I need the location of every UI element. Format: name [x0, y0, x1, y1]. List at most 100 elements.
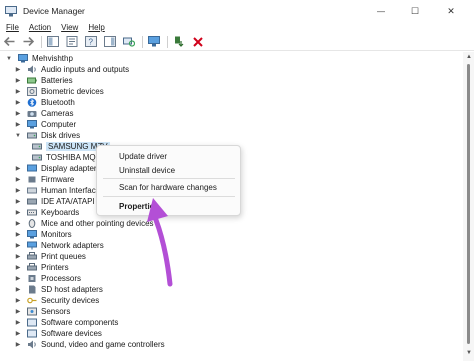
scan-hardware-menu-item[interactable]: Scan for hardware changes	[119, 183, 217, 192]
uninstall-device-menu-item[interactable]: Uninstall device	[119, 166, 175, 175]
tree-item-security[interactable]: ▶ Security devices	[14, 295, 100, 306]
properties-toolbar-icon[interactable]	[65, 35, 79, 48]
disk-drive-icon	[32, 154, 42, 161]
expand-chevron-icon[interactable]: ▶	[14, 275, 22, 282]
processor-icon	[28, 275, 36, 282]
tree-item-sd-host[interactable]: ▶ SD host adapters	[14, 284, 103, 295]
monitor-icon[interactable]	[147, 35, 161, 48]
sensor-icon	[27, 307, 37, 316]
toolbar-divider	[41, 35, 42, 48]
menu-view[interactable]: View	[61, 23, 78, 32]
network-adapter-icon	[27, 241, 37, 250]
computer-icon	[18, 54, 28, 63]
tree-item-hid[interactable]: ▶ Human Interface D	[14, 185, 108, 196]
scroll-down-icon[interactable]: ▼	[466, 350, 472, 356]
expand-chevron-icon[interactable]: ▶	[14, 165, 22, 172]
update-driver-menu-item[interactable]: Update driver	[119, 152, 167, 161]
scroll-up-icon[interactable]: ▲	[466, 54, 472, 60]
expand-chevron-icon[interactable]: ▶	[14, 220, 22, 227]
expand-chevron-icon[interactable]: ▶	[14, 77, 22, 84]
help-icon[interactable]: ?	[84, 35, 98, 48]
menu-action[interactable]: Action	[29, 23, 51, 32]
tree-item-print-queues[interactable]: ▶ Print queues	[14, 251, 86, 262]
tree-item-software-devices[interactable]: ▶ Software devices	[14, 328, 102, 339]
fingerprint-icon	[27, 87, 37, 96]
collapse-chevron-icon[interactable]: ▼	[14, 133, 22, 139]
vertical-scrollbar[interactable]: ▲ ▼	[463, 52, 474, 361]
uninstall-x-icon[interactable]	[191, 35, 205, 48]
expand-chevron-icon[interactable]: ▶	[14, 286, 22, 293]
keyboard-icon	[27, 209, 37, 216]
camera-icon	[27, 111, 37, 117]
close-button[interactable]: ✕	[436, 0, 466, 22]
security-key-icon	[27, 297, 37, 304]
expand-chevron-icon[interactable]: ▶	[14, 319, 22, 326]
tree-item-printers[interactable]: ▶ Printers	[14, 262, 69, 273]
expand-chevron-icon[interactable]: ▶	[14, 264, 22, 271]
menu-help[interactable]: Help	[88, 23, 104, 32]
tree-item-batteries[interactable]: ▶ Batteries	[14, 75, 73, 86]
scrollbar-thumb[interactable]	[467, 64, 470, 344]
expand-chevron-icon[interactable]: ▶	[14, 330, 22, 337]
tree-item-biometric[interactable]: ▶ Biometric devices	[14, 86, 104, 97]
tree-item-firmware[interactable]: ▶ Firmware	[14, 174, 75, 185]
menu-divider	[103, 178, 235, 179]
monitor-icon	[27, 230, 37, 239]
tree-item-sound-video[interactable]: ▶ Sound, video and game controllers	[14, 339, 165, 350]
software-device-icon	[27, 329, 37, 338]
tree-item-toshiba-disk[interactable]: TOSHIBA MQ04	[32, 152, 105, 163]
collapse-chevron-icon[interactable]: ▼	[5, 56, 13, 62]
update-driver-icon[interactable]	[172, 35, 186, 48]
expand-chevron-icon[interactable]: ▶	[14, 88, 22, 95]
tree-item-computer[interactable]: ▶ Computer	[14, 119, 76, 130]
expand-chevron-icon[interactable]: ▶	[14, 297, 22, 304]
expand-chevron-icon[interactable]: ▶	[14, 66, 22, 73]
tree-item-display-adapters[interactable]: ▶ Display adapters	[14, 163, 101, 174]
expand-chevron-icon[interactable]: ▶	[14, 110, 22, 117]
back-arrow-icon[interactable]	[2, 35, 16, 48]
tree-item-monitors[interactable]: ▶ Monitors	[14, 229, 72, 240]
tree-root-item[interactable]: ▼ Mehvishthp	[5, 53, 73, 64]
maximize-button[interactable]: ☐	[400, 0, 430, 22]
expand-chevron-icon[interactable]: ▶	[14, 253, 22, 260]
forward-arrow-icon[interactable]	[21, 35, 35, 48]
expand-chevron-icon[interactable]: ▶	[14, 187, 22, 194]
tree-item-keyboards[interactable]: ▶ Keyboards	[14, 207, 80, 218]
tree-item-sensors[interactable]: ▶ Sensors	[14, 306, 71, 317]
tree-item-cameras[interactable]: ▶ Cameras	[14, 108, 74, 119]
expand-chevron-icon[interactable]: ▶	[14, 209, 22, 216]
show-hide-console-tree-icon[interactable]	[46, 35, 60, 48]
tree-item-ide[interactable]: ▶ IDE ATA/ATAPI c	[14, 196, 101, 207]
tree-item-bluetooth[interactable]: ▶ Bluetooth	[14, 97, 75, 108]
speaker-icon	[28, 65, 36, 74]
computer-icon	[27, 120, 37, 129]
action-pane-icon[interactable]	[103, 35, 117, 48]
tree-item-audio[interactable]: ▶ Audio inputs and outputs	[14, 64, 129, 75]
device-manager-icon	[5, 5, 17, 16]
annotation-arrow-icon	[147, 198, 173, 287]
svg-text:?: ?	[89, 38, 94, 47]
menu-file[interactable]: File	[6, 23, 19, 32]
expand-chevron-icon[interactable]: ▶	[14, 341, 22, 348]
expand-chevron-icon[interactable]: ▶	[14, 198, 22, 205]
expand-chevron-icon[interactable]: ▶	[14, 242, 22, 249]
minimize-button[interactable]: —	[366, 0, 396, 22]
tree-item-disk-drives[interactable]: ▼ Disk drives	[14, 130, 80, 141]
expand-chevron-icon[interactable]: ▶	[14, 121, 22, 128]
tree-item-processors[interactable]: ▶ Processors	[14, 273, 81, 284]
toolbar: ?	[0, 33, 474, 51]
sd-card-icon	[29, 285, 36, 294]
expand-chevron-icon[interactable]: ▶	[14, 99, 22, 106]
scan-hardware-icon[interactable]	[122, 35, 136, 48]
mouse-icon	[28, 219, 36, 228]
expand-chevron-icon[interactable]: ▶	[14, 231, 22, 238]
battery-icon	[27, 77, 37, 84]
disk-drive-icon	[27, 132, 37, 139]
toolbar-divider	[167, 35, 168, 48]
tree-item-network[interactable]: ▶ Network adapters	[14, 240, 104, 251]
expand-chevron-icon[interactable]: ▶	[14, 176, 22, 183]
tree-item-mice[interactable]: ▶ Mice and other pointing devices	[14, 218, 154, 229]
display-adapter-icon	[27, 164, 37, 172]
expand-chevron-icon[interactable]: ▶	[14, 308, 22, 315]
tree-item-software-components[interactable]: ▶ Software components	[14, 317, 119, 328]
